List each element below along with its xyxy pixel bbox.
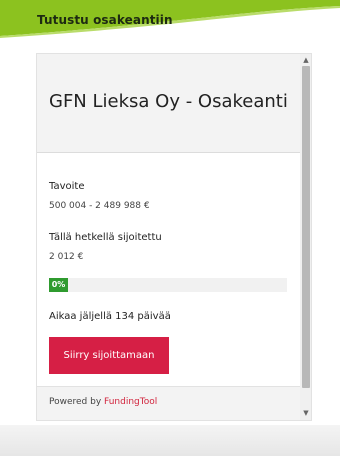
invest-button[interactable]: Siirry sijoittamaan: [49, 337, 169, 374]
scroll-up-icon[interactable]: ▲: [302, 56, 310, 64]
widget-footer: Powered by FundingTool: [37, 386, 300, 420]
offering-title: GFN Lieksa Oy - Osakeanti: [49, 91, 288, 112]
progress-fill: 0%: [49, 278, 68, 292]
invested-value: 2 012 €: [49, 252, 84, 262]
scroll-thumb[interactable]: [302, 66, 310, 388]
funding-widget: GFN Lieksa Oy - Osakeanti Tavoite 500 00…: [36, 53, 312, 421]
time-left: Aikaa jäljellä 134 päivää: [49, 311, 171, 322]
powered-by-label: Powered by: [49, 397, 102, 407]
target-label: Tavoite: [49, 181, 85, 192]
bottom-strip: [0, 425, 340, 456]
banner-title: Tutustu osakeantiin: [37, 13, 173, 27]
widget-header: GFN Lieksa Oy - Osakeanti: [37, 54, 300, 153]
page: Tutustu osakeantiin GFN Lieksa Oy - Osak…: [0, 0, 340, 456]
header-banner: Tutustu osakeantiin: [0, 0, 340, 40]
progress-bar: 0%: [49, 278, 287, 292]
scrollbar[interactable]: ▲ ▼: [300, 54, 311, 420]
scroll-down-icon[interactable]: ▼: [302, 409, 310, 417]
powered-by-text: Powered by FundingTool: [49, 397, 157, 407]
fundingtool-link[interactable]: FundingTool: [104, 397, 157, 407]
target-value: 500 004 - 2 489 988 €: [49, 201, 150, 211]
invested-label: Tällä hetkellä sijoitettu: [49, 232, 162, 243]
